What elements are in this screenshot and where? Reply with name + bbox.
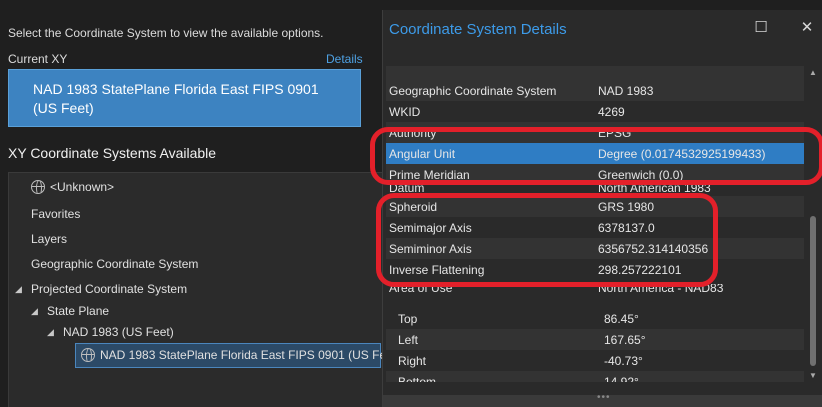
coordinate-system-tree: <Unknown> Favorites Layers Geographic Co… (8, 172, 400, 407)
property-key: Top (398, 312, 418, 326)
globe-icon (31, 180, 45, 194)
expand-triangle-icon[interactable]: ◢ (31, 306, 38, 317)
current-xy-label: Current XY (8, 52, 68, 66)
current-xy-box[interactable]: NAD 1983 StatePlane Florida East FIPS 09… (8, 69, 361, 127)
property-key: Datum (389, 184, 425, 194)
resize-grip[interactable]: ••• (383, 392, 822, 407)
vertical-scrollbar[interactable]: ▲ ▼ (807, 66, 819, 382)
tree-item-nad83-us-feet[interactable]: NAD 1983 (US Feet) (63, 325, 174, 339)
property-key: Authority (389, 126, 437, 140)
property-key: Angular Unit (389, 147, 456, 161)
tree-item-projected[interactable]: Projected Coordinate System (31, 282, 187, 296)
property-key: Prime Meridian (389, 168, 470, 182)
property-row[interactable]: Geographic Coordinate System NAD 1983 (386, 80, 804, 101)
property-value: 86.45° (604, 312, 639, 326)
property-value: Degree (0.0174532925199433) (598, 147, 766, 161)
tree-item-geographic[interactable]: Geographic Coordinate System (31, 257, 198, 271)
scroll-up-icon[interactable]: ▲ (809, 68, 817, 77)
property-value: Greenwich (0.0) (598, 168, 684, 182)
property-key: Spheroid (389, 200, 438, 214)
property-row[interactable]: Top 86.45° (386, 308, 804, 329)
property-row[interactable]: Prime Meridian Greenwich (0.0) (386, 164, 804, 185)
available-heading: XY Coordinate Systems Available (8, 145, 217, 161)
property-row[interactable]: Left 167.65° (386, 329, 804, 350)
coordinate-system-panel: Select the Coordinate System to view the… (0, 0, 400, 407)
property-value: 298.257222101 (598, 263, 682, 277)
tree-item-favorites[interactable]: Favorites (31, 207, 80, 221)
expand-triangle-icon[interactable]: ◢ (47, 327, 54, 338)
dialog-title: Coordinate System Details (389, 21, 567, 38)
property-value: North America - NAD83 (598, 284, 724, 294)
property-value: 14.92° (604, 375, 639, 382)
property-key: Geographic Coordinate System (389, 84, 557, 98)
property-value: GRS 1980 (598, 200, 655, 214)
property-value: NAD 1983 (598, 84, 654, 98)
scrollbar-thumb[interactable] (810, 216, 816, 366)
grip-dots-icon: ••• (597, 392, 611, 403)
details-link[interactable]: Details (326, 52, 363, 66)
property-value: North American 1983 (598, 184, 711, 194)
property-row[interactable]: WKID 4269 (386, 101, 804, 122)
property-value: EPSG (598, 126, 632, 140)
property-value: 167.65° (604, 333, 646, 347)
coordinate-details-dialog: Coordinate System Details ☐ ✕ Geographic… (382, 10, 822, 407)
property-row[interactable]: Semiminor Axis 6356752.314140356 (386, 238, 804, 259)
property-key: WKID (389, 105, 421, 119)
property-row[interactable]: Angular Unit Degree (0.0174532925199433) (386, 143, 804, 164)
property-key: Area of Use (389, 284, 453, 294)
property-row[interactable]: Bottom 14.92° (386, 371, 804, 382)
property-value: 4269 (598, 105, 625, 119)
scroll-down-icon[interactable]: ▼ (809, 371, 817, 380)
property-key: Bottom (398, 375, 437, 382)
property-row[interactable]: Semimajor Axis 6378137.0 (386, 217, 804, 238)
expand-triangle-icon[interactable]: ◢ (15, 284, 22, 295)
property-value: 6356752.314140356 (598, 242, 709, 256)
instruction-text: Select the Coordinate System to view the… (8, 26, 324, 40)
property-key: Right (398, 354, 427, 368)
maximize-icon[interactable]: ☐ (751, 18, 771, 38)
property-key: Inverse Flattening (389, 263, 485, 277)
property-row[interactable]: Area of Use North America - NAD83 (386, 284, 804, 294)
property-key: Semimajor Axis (389, 221, 472, 235)
property-row[interactable]: Spheroid GRS 1980 (386, 196, 804, 217)
property-row[interactable]: Right -40.73° (386, 350, 804, 371)
globe-icon (81, 348, 95, 362)
property-row[interactable]: Authority EPSG (386, 122, 804, 143)
property-key: Left (398, 333, 419, 347)
close-icon[interactable]: ✕ (797, 18, 817, 38)
properties-list: Geographic Coordinate System NAD 1983 WKID… (386, 66, 804, 382)
tree-item-layers[interactable]: Layers (31, 232, 67, 246)
property-row[interactable]: Inverse Flattening 298.257222101 (386, 259, 804, 280)
tree-item-florida-east[interactable]: NAD 1983 StatePlane Florida East FIPS 09… (81, 348, 400, 362)
property-value: 6378137.0 (598, 221, 655, 235)
property-key: Semiminor Axis (389, 242, 472, 256)
tree-item-unknown[interactable]: <Unknown> (31, 180, 114, 194)
property-value: -40.73° (604, 354, 643, 368)
tree-item-state-plane[interactable]: State Plane (47, 304, 109, 318)
current-xy-value: NAD 1983 StatePlane Florida East FIPS 09… (33, 81, 319, 116)
property-row[interactable]: Datum North American 1983 (386, 184, 804, 194)
